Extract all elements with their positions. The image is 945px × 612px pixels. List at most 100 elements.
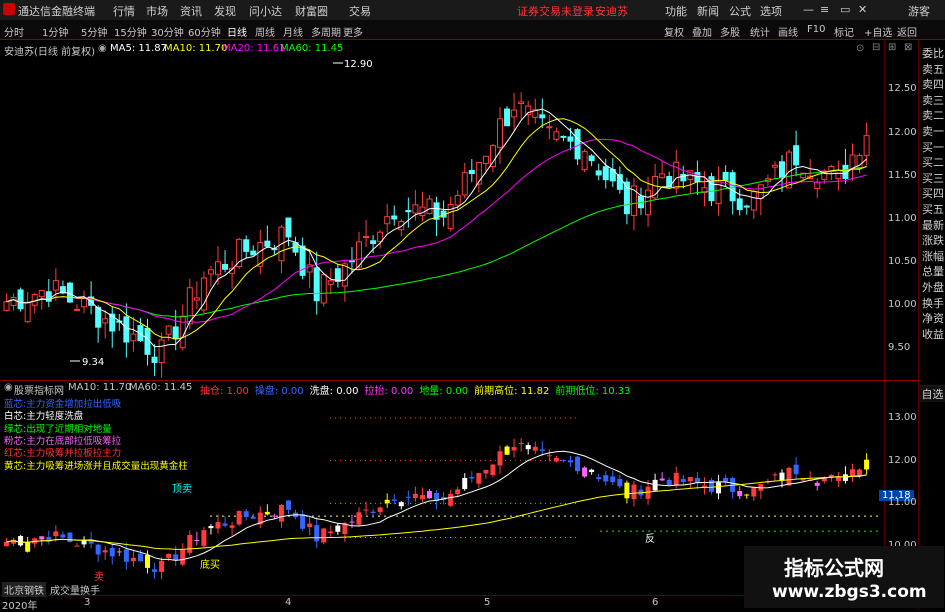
candle-body [81,297,88,308]
indicator-bar [427,491,432,499]
period-weekly[interactable]: 周线 [255,24,275,39]
candle-body [581,151,588,171]
bottom-tab-volume[interactable]: 成交量换手 [50,582,100,597]
menu-news[interactable]: 资讯 [180,3,202,19]
candle-body [468,169,475,175]
indicator-bar [603,475,609,482]
indicator-bar [95,544,101,555]
toolbar-back[interactable]: 返回 [897,24,917,39]
indicator-bar [568,460,573,463]
candle-body [546,126,553,129]
indicator-bar [462,478,468,490]
indicator-bar [307,523,313,528]
candle-body [511,109,518,118]
candle-body [264,240,271,247]
indicator-bar [278,504,284,522]
period-30min[interactable]: 30分钟 [151,24,184,39]
price-axis-tick: 11.00 [888,212,917,224]
quote-tab-watchlist[interactable]: 自选 [919,385,945,402]
period-5min[interactable]: 5分钟 [81,24,107,39]
date-tick-march: 3 [84,597,91,608]
candle-body [24,302,31,323]
candle-body [38,289,45,298]
chart-settings-icon[interactable]: ◉ [98,43,107,54]
menu-newsfeed[interactable]: 新闻 [697,3,719,19]
menu-function[interactable]: 功能 [665,3,687,19]
indicator-bar [67,532,73,542]
menu-quotes[interactable]: 行情 [113,3,135,19]
indicator-bar [60,534,66,538]
indicator-bar [737,490,743,497]
toolbar-add-watch[interactable]: +自选 [864,24,892,39]
login-status[interactable]: 证券交易未登录 [517,3,594,19]
menu-ask[interactable]: 问小达 [249,3,282,19]
minimize-icon[interactable]: — [803,3,814,16]
candle-body [74,308,80,311]
toolbar-adjust[interactable]: 复权 [664,24,684,39]
top-sell-marker: 顶卖 [172,483,192,495]
period-more[interactable]: 更多 [343,24,363,39]
indicator-bar [250,516,256,519]
period-1min[interactable]: 1分钟 [42,24,68,39]
menu-formula[interactable]: 公式 [729,3,751,19]
period-60min[interactable]: 60分钟 [188,24,221,39]
collapse-icon[interactable]: ⊙ [856,43,864,54]
indicator-bar [18,536,24,546]
indicator-settings-icon[interactable]: ◉ [4,382,13,393]
indicator-bar [321,528,327,543]
price-axis-tick: 11.50 [888,169,917,181]
quote-field: 净资 [922,312,944,326]
period-multi[interactable]: 多周期 [311,24,341,39]
menu-trade[interactable]: 交易 [349,3,371,19]
quote-field: 收益 [922,327,944,341]
indicator-bar [314,525,320,542]
period-monthly[interactable]: 月线 [283,24,303,39]
toolbar-stats[interactable]: 统计 [750,24,770,39]
zoom-out-icon[interactable]: ⊟ [872,42,880,53]
quote-field: 买一 [922,140,944,154]
menu-icon[interactable]: ≡ [820,3,829,16]
indicator-bar [476,472,482,484]
quote-field: 卖三 [922,93,944,107]
candle-body [645,189,652,216]
period-daily[interactable]: 日线 [227,24,247,39]
indicator-bar [694,477,700,483]
candle-body [461,172,468,196]
menu-options[interactable]: 选项 [760,3,782,19]
indicator-bar [102,550,108,553]
candlestick-chart[interactable]: 12.90 9.34 [0,55,884,380]
menu-market[interactable]: 市场 [146,3,168,19]
toolbar-draw[interactable]: 画线 [778,24,798,39]
quote-panel: 委比 卖五 卖四 卖三 卖二 卖一 买一 买二 买三 买四 买五 最新 涨跌 涨幅 总量 外盘 换手 净资 收益 自选 [918,40,945,609]
menu-discover[interactable]: 发现 [214,3,236,19]
candle-body [722,171,729,181]
guest-label[interactable]: 游客 [908,3,930,19]
candle-body [694,172,701,183]
candle-body [285,217,292,238]
indicator-bar [187,534,193,553]
candle-body [814,181,821,189]
period-15min[interactable]: 15分钟 [114,24,147,39]
indicator-bar [159,560,165,572]
menu-wealth[interactable]: 财富圈 [295,3,328,19]
candle-body [793,145,800,166]
restore-icon[interactable]: ▭ [840,3,850,16]
period-intraday[interactable]: 分时 [4,24,24,39]
candle-body [299,245,306,276]
toolbar-multistock[interactable]: 多股 [720,24,740,39]
toolbar-overlay[interactable]: 叠加 [692,24,712,39]
watermark-title: 指标公式网 [784,556,884,580]
toolbar-mark[interactable]: 标记 [834,24,854,39]
candle-body [250,250,257,256]
indicator-bar [123,549,129,562]
candle-body [757,184,764,199]
indicator-bar [560,460,566,462]
candle-body [454,195,461,206]
indicator-bar [109,548,115,557]
candle-body [412,204,419,214]
bottom-tab-stock[interactable]: 北京钢铁 [2,582,46,597]
period-toolbar: 分时 1分钟 5分钟 15分钟 30分钟 60分钟 日线 周线 月线 多周期 更… [0,20,945,40]
toolbar-f10[interactable]: F10 [807,24,825,35]
close-icon[interactable]: ✕ [858,3,867,16]
candle-body [835,169,842,180]
